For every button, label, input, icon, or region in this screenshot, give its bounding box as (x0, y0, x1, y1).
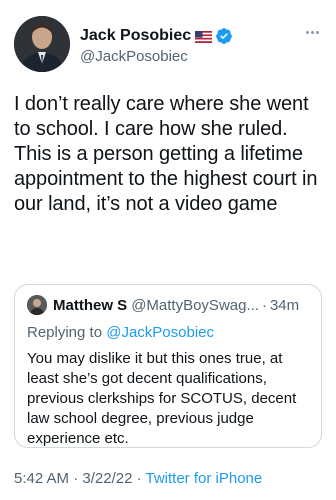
tweet-meta: 5:42 AM · 3/22/22 · Twitter for iPhone (14, 470, 262, 487)
tweet-date[interactable]: 3/22/22 (82, 470, 132, 487)
author-info: Jack Posobiec @JackPosobiec (80, 26, 233, 67)
tweet-time[interactable]: 5:42 AM (14, 470, 69, 487)
quoted-tweet-header: Matthew S @MattyBoySwag... · 34m (27, 295, 309, 315)
quoted-replying-to: Replying to @JackPosobiec (27, 323, 309, 343)
more-dot (315, 30, 319, 34)
quoted-tweet[interactable]: Matthew S @MattyBoySwag... · 34m Replyin… (14, 284, 322, 448)
author-name-row: Jack Posobiec (80, 26, 233, 46)
verified-badge-icon (215, 27, 233, 45)
author-name[interactable]: Jack Posobiec (80, 26, 191, 46)
tweet-header: Jack Posobiec @JackPosobiec (14, 16, 324, 74)
tweet-source[interactable]: Twitter for iPhone (146, 470, 263, 487)
quoted-author-handle: @MattyBoySwag... (131, 296, 259, 314)
meta-separator: · (69, 470, 83, 487)
quoted-time: 34m (269, 296, 300, 314)
more-dot (310, 30, 314, 34)
replying-prefix: Replying to (27, 324, 107, 341)
quoted-separator: · (261, 296, 267, 314)
tweet-card: Jack Posobiec @JackPosobiec I don’t real… (0, 0, 336, 500)
author-handle[interactable]: @JackPosobiec (80, 47, 233, 67)
us-flag-icon (195, 30, 213, 43)
quoted-tweet-text: You may dislike it but this ones true, a… (27, 350, 297, 447)
more-dot (305, 30, 309, 34)
more-options-icon[interactable] (302, 24, 322, 40)
meta-separator: · (132, 470, 146, 487)
replying-to-link[interactable]: @JackPosobiec (106, 324, 214, 341)
author-avatar[interactable] (14, 16, 70, 72)
tweet-text: I don’t really care where she went to sc… (14, 93, 318, 215)
quoted-author-name: Matthew S (53, 296, 128, 314)
quoted-author-avatar (27, 295, 47, 315)
